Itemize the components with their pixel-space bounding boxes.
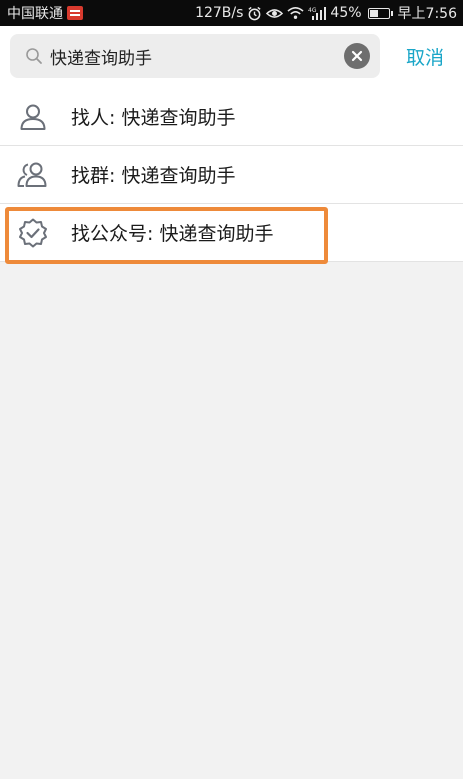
carrier-name: 中国联通	[7, 6, 63, 22]
clear-search-button[interactable]	[344, 43, 370, 69]
official-account-badge-icon	[16, 216, 50, 250]
carrier-badge-icon	[67, 6, 83, 20]
wifi-icon	[287, 6, 304, 20]
result-find-group[interactable]: 找群: 快递查询助手	[0, 146, 463, 204]
result-label: 找公众号: 快递查询助手	[71, 223, 274, 245]
alarm-icon	[247, 6, 262, 21]
close-icon	[351, 50, 363, 62]
cancel-button[interactable]: 取消	[406, 43, 444, 70]
search-results-list: 找人: 快递查询助手 找群: 快递查询助手 找公众号: 快递查询助手	[0, 88, 463, 262]
result-find-person[interactable]: 找人: 快递查询助手	[0, 88, 463, 146]
result-label: 找群: 快递查询助手	[71, 165, 236, 187]
status-left: 中国联通	[7, 3, 83, 23]
result-label: 找人: 快递查询助手	[71, 107, 236, 129]
group-icon	[16, 158, 50, 192]
result-find-official-account[interactable]: 找公众号: 快递查询助手	[0, 204, 463, 262]
person-icon	[16, 100, 50, 134]
status-bar: 中国联通 127B/s 4G 45% 早上7:56	[0, 0, 463, 26]
battery-percent: 45%	[330, 5, 362, 21]
status-right: 127B/s 4G 45% 早上7:56	[195, 3, 457, 23]
signal-icon: 4G	[308, 6, 327, 20]
search-input[interactable]	[50, 46, 320, 66]
battery-icon	[367, 7, 393, 19]
search-header: 取消	[0, 26, 463, 88]
status-time: 早上7:56	[397, 6, 457, 22]
search-box[interactable]	[10, 34, 380, 78]
search-icon	[24, 46, 44, 66]
net-speed: 127B/s	[195, 5, 244, 21]
eye-icon	[266, 7, 284, 20]
svg-text:4G: 4G	[308, 7, 317, 14]
